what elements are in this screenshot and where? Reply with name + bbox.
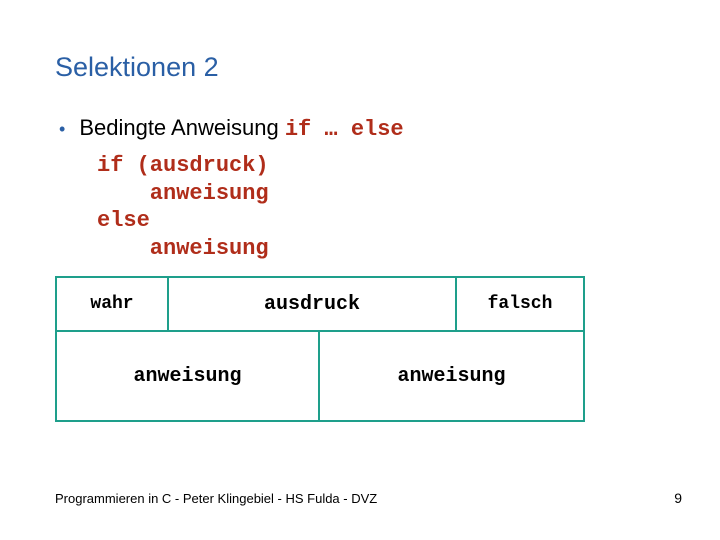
code-line-3: else — [97, 207, 665, 235]
code-line-1: if (ausdruck) — [97, 152, 665, 180]
page-title: Selektionen 2 — [55, 52, 665, 83]
nassi-shneiderman-diagram: wahr ausdruck falsch anweisung anweisung — [55, 276, 585, 422]
diagram-condition-row: wahr ausdruck falsch — [55, 276, 585, 330]
bullet-item: • Bedingte Anweisung if … else — [59, 115, 665, 142]
page-number: 9 — [674, 490, 682, 506]
code-line-2: anweisung — [97, 180, 665, 208]
diagram-statements-row: anweisung anweisung — [55, 330, 585, 422]
diagram-expression: ausdruck — [169, 278, 455, 330]
diagram-true-statement: anweisung — [57, 332, 320, 420]
code-block: if (ausdruck) anweisung else anweisung — [97, 152, 665, 262]
diagram-false-statement: anweisung — [320, 332, 583, 420]
diagram-false-label: falsch — [455, 278, 583, 330]
slide: Selektionen 2 • Bedingte Anweisung if … … — [0, 0, 720, 540]
bullet-dot-icon: • — [59, 120, 65, 138]
bullet-lead: Bedingte Anweisung — [79, 115, 285, 140]
code-line-4: anweisung — [97, 235, 665, 263]
diagram-true-label: wahr — [57, 278, 169, 330]
bullet-text: Bedingte Anweisung if … else — [79, 115, 403, 142]
footer-text: Programmieren in C - Peter Klingebiel - … — [55, 491, 377, 506]
bullet-code-inline: if … else — [285, 117, 404, 142]
